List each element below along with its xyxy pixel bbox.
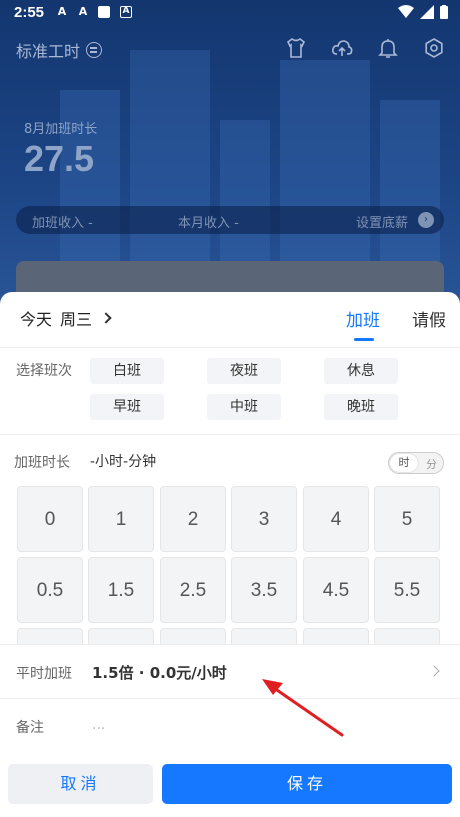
notification-a-box-icon: A: [120, 6, 132, 18]
notification-a-icon: A: [78, 5, 88, 18]
notification-square-icon: [98, 6, 110, 18]
overtime-income: 加班收入 -: [32, 216, 93, 231]
wifi-icon: [398, 5, 414, 18]
shift-chip-rest[interactable]: 休息: [324, 358, 398, 384]
status-bar: 2:55 A A A: [0, 0, 460, 26]
monthly-income: 本月收入 -: [178, 216, 239, 231]
shift-label: 选择班次: [16, 363, 72, 379]
app-title-text: 标准工时: [16, 42, 81, 61]
rate-value: 1.5倍 · 0.0元/小时: [92, 664, 227, 682]
duration-label: 加班时长: [14, 455, 70, 471]
month-overtime-label: 8月加班时长: [24, 122, 98, 137]
key-1[interactable]: 1: [88, 486, 154, 552]
tab-leave[interactable]: 请假: [412, 306, 446, 331]
signal-icon: [420, 5, 434, 19]
save-button[interactable]: 保存: [162, 764, 452, 804]
battery-icon: [440, 5, 448, 19]
key-3[interactable]: 3: [231, 486, 297, 552]
month-overtime-value: 27.5: [24, 138, 95, 179]
shift-chip-night[interactable]: 夜班: [207, 358, 281, 384]
duration-keypad: 0 1 2 3 4 5 0.5 1.5 2.5 3.5 4.5 5.5: [12, 484, 444, 644]
date-today: 今天: [20, 310, 53, 329]
shift-chip-morning[interactable]: 早班: [90, 394, 164, 420]
key-partial[interactable]: [374, 628, 440, 644]
key-partial[interactable]: [160, 628, 226, 644]
chevron-right-icon: [428, 665, 440, 677]
date-selector[interactable]: 今天 周三: [20, 306, 112, 330]
chevron-right-icon: ›: [418, 212, 434, 228]
shift-chip-evening[interactable]: 晚班: [324, 394, 398, 420]
key-5[interactable]: 5: [374, 486, 440, 552]
app-header-background: 2:55 A A A 标准工时 8月加班时长 27.5 加班收入 - 本月收入 …: [0, 0, 460, 320]
notification-a-icon: A: [57, 5, 67, 18]
chevron-right-icon: [100, 312, 112, 324]
income-bar[interactable]: 加班收入 - 本月收入 - 设置底薪 ›: [16, 206, 444, 234]
sheet-header: 今天 周三 加班 请假: [0, 292, 460, 342]
shift-chip-middle[interactable]: 中班: [207, 394, 281, 420]
cloud-upload-icon[interactable]: [330, 36, 354, 60]
note-row[interactable]: 备注 ...: [0, 698, 460, 752]
key-0-5[interactable]: 0.5: [17, 557, 83, 623]
key-partial[interactable]: [88, 628, 154, 644]
note-label: 备注: [16, 720, 44, 736]
key-partial[interactable]: [231, 628, 297, 644]
tab-overtime[interactable]: 加班: [346, 306, 380, 341]
key-2[interactable]: 2: [160, 486, 226, 552]
rate-label: 平时加班: [16, 666, 72, 682]
key-partial[interactable]: [303, 628, 369, 644]
switch-icon: [86, 42, 103, 58]
settings-icon[interactable]: [422, 36, 446, 60]
overtime-sheet: 今天 周三 加班 请假 选择班次 白班 夜班 休息 早班 中班 晚班 加班时长 …: [0, 292, 460, 817]
unit-toggle[interactable]: 时 分: [388, 452, 444, 474]
duration-value: -小时-分钟: [90, 454, 157, 470]
key-2-5[interactable]: 2.5: [160, 557, 226, 623]
note-input[interactable]: ...: [92, 717, 105, 733]
key-5-5[interactable]: 5.5: [374, 557, 440, 623]
shirt-icon[interactable]: [284, 36, 308, 60]
key-0[interactable]: 0: [17, 486, 83, 552]
overtime-rate-row[interactable]: 平时加班 1.5倍 · 0.0元/小时: [0, 644, 460, 698]
app-title[interactable]: 标准工时: [16, 38, 103, 62]
date-weekday: 周三: [60, 310, 93, 329]
cancel-button[interactable]: 取消: [8, 764, 153, 804]
shift-chip-day[interactable]: 白班: [90, 358, 164, 384]
key-1-5[interactable]: 1.5: [88, 557, 154, 623]
shift-selector: 选择班次 白班 夜班 休息 早班 中班 晚班: [0, 347, 460, 435]
bell-icon[interactable]: [376, 36, 400, 60]
unit-hour[interactable]: 时: [390, 454, 418, 472]
key-partial[interactable]: [17, 628, 83, 644]
unit-minute[interactable]: 分: [426, 456, 437, 472]
status-time: 2:55: [14, 4, 45, 21]
key-4-5[interactable]: 4.5: [303, 557, 369, 623]
key-4[interactable]: 4: [303, 486, 369, 552]
key-3-5[interactable]: 3.5: [231, 557, 297, 623]
set-base-salary-link[interactable]: 设置底薪: [356, 212, 408, 231]
